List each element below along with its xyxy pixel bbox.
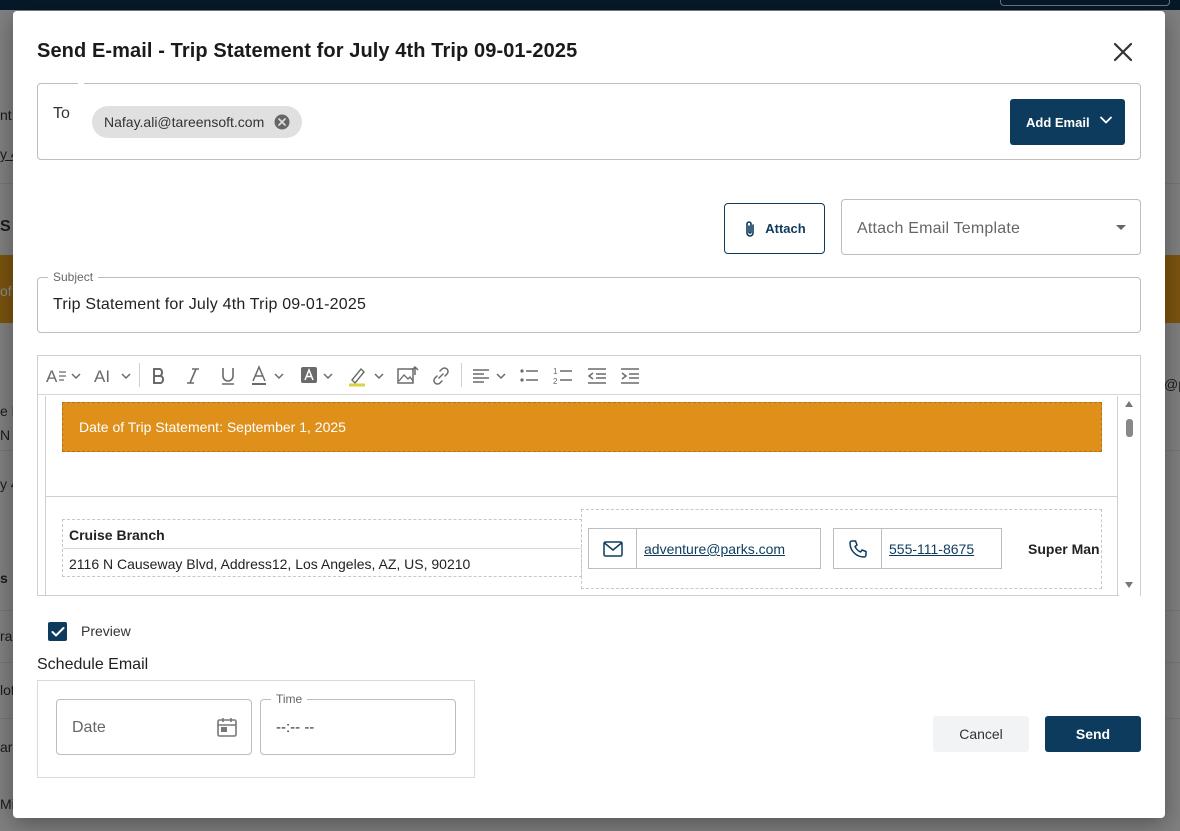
editor-content[interactable]: Date of Trip Statement: September 1, 202… [38, 396, 1118, 596]
svg-text:1: 1 [553, 367, 558, 376]
editor-toolbar: A AI 1 2 [38, 356, 1140, 395]
italic-icon[interactable] [185, 365, 201, 387]
cancel-button[interactable]: Cancel [933, 716, 1029, 752]
bulleted-list-icon[interactable] [519, 365, 539, 387]
date-field[interactable]: Date [56, 699, 252, 755]
date-placeholder: Date [72, 719, 106, 736]
font-color-icon[interactable] [251, 365, 289, 387]
time-value: --:-- -- [276, 719, 315, 736]
insert-image-icon[interactable] [397, 365, 419, 387]
contact-name: Super Man [1028, 541, 1100, 557]
branch-info: Cruise Branch 2116 N Causeway Blvd, Addr… [62, 519, 582, 577]
phone-link[interactable]: 555-111-8675 [889, 541, 974, 557]
divider [46, 496, 1117, 497]
checkmark-icon [51, 626, 64, 636]
svg-text:A: A [46, 367, 58, 386]
svg-text:2: 2 [553, 377, 558, 386]
remove-recipient-icon[interactable] [274, 114, 290, 130]
send-button[interactable]: Send [1045, 716, 1141, 752]
dropdown-arrow-icon [1116, 225, 1126, 230]
bold-icon[interactable] [150, 365, 168, 387]
time-label: Time [271, 692, 308, 706]
svg-text:AI: AI [94, 367, 110, 386]
subject-label: Subject [48, 270, 99, 284]
to-label: To [53, 105, 70, 122]
mail-icon [589, 529, 637, 568]
scroll-thumb[interactable] [1126, 419, 1133, 437]
recipient-chip: Nafay.ali@tareensoft.com [92, 106, 303, 138]
email-link[interactable]: adventure@parks.com [644, 541, 785, 557]
schedule-section: Date Time --:-- -- [37, 680, 475, 778]
email-template-placeholder: Attach Email Template [857, 220, 1021, 237]
dialog-title: Send E-mail - Trip Statement for July 4t… [37, 40, 578, 62]
insert-link-icon[interactable] [431, 365, 451, 387]
background-color-icon[interactable] [300, 365, 338, 387]
calendar-icon[interactable] [216, 716, 238, 738]
highlight-icon[interactable] [348, 365, 388, 387]
editor-scrollbar[interactable] [1119, 396, 1140, 596]
phone-icon [834, 529, 882, 568]
close-icon[interactable] [1112, 41, 1134, 63]
indent-icon[interactable] [620, 365, 640, 387]
time-field[interactable]: Time --:-- -- [260, 692, 456, 755]
email-body-editor: A AI 1 2 Date of Trip Statement: Septemb… [37, 355, 1141, 596]
font-family-icon[interactable]: A [46, 365, 84, 387]
branch-name: Cruise Branch [69, 527, 165, 543]
preview-checkbox[interactable] [48, 622, 67, 641]
scroll-down-arrow[interactable] [1125, 582, 1133, 588]
attach-label: Attach [765, 221, 806, 236]
schedule-email-label: Schedule Email [37, 656, 149, 673]
contact-info: adventure@parks.com 555-111-8675 Super M… [581, 509, 1102, 589]
attach-button[interactable]: Attach [724, 203, 825, 254]
numbered-list-icon[interactable]: 12 [553, 365, 573, 387]
email-template-select[interactable]: Attach Email Template [841, 199, 1141, 255]
email-preview-frame: Date of Trip Statement: September 1, 202… [45, 396, 1118, 596]
send-email-dialog: Send E-mail - Trip Statement for July 4t… [13, 11, 1165, 818]
add-email-label: Add Email [1026, 114, 1090, 130]
outdent-icon[interactable] [587, 365, 607, 387]
subject-field[interactable]: Subject Trip Statement for July 4th Trip… [37, 270, 1141, 333]
chevron-down-icon [1099, 113, 1113, 127]
email-contact: adventure@parks.com [588, 528, 821, 569]
phone-contact: 555-111-8675 [833, 528, 1002, 569]
scroll-up-arrow[interactable] [1125, 401, 1133, 407]
subject-value[interactable]: Trip Statement for July 4th Trip 09-01-2… [53, 296, 366, 314]
underline-icon[interactable] [219, 365, 237, 387]
trip-statement-date-banner: Date of Trip Statement: September 1, 202… [62, 402, 1102, 452]
to-field[interactable]: To Nafay.ali@tareensoft.com Add Email [37, 82, 1141, 160]
paperclip-icon [746, 220, 755, 237]
add-email-button[interactable]: Add Email [1010, 99, 1125, 145]
recipient-email: Nafay.ali@tareensoft.com [104, 114, 265, 130]
font-size-icon[interactable]: AI [94, 365, 132, 387]
preview-label: Preview [81, 623, 131, 639]
branch-address: 2116 N Causeway Blvd, Address12, Los Ang… [69, 556, 471, 572]
align-icon[interactable] [472, 365, 510, 387]
